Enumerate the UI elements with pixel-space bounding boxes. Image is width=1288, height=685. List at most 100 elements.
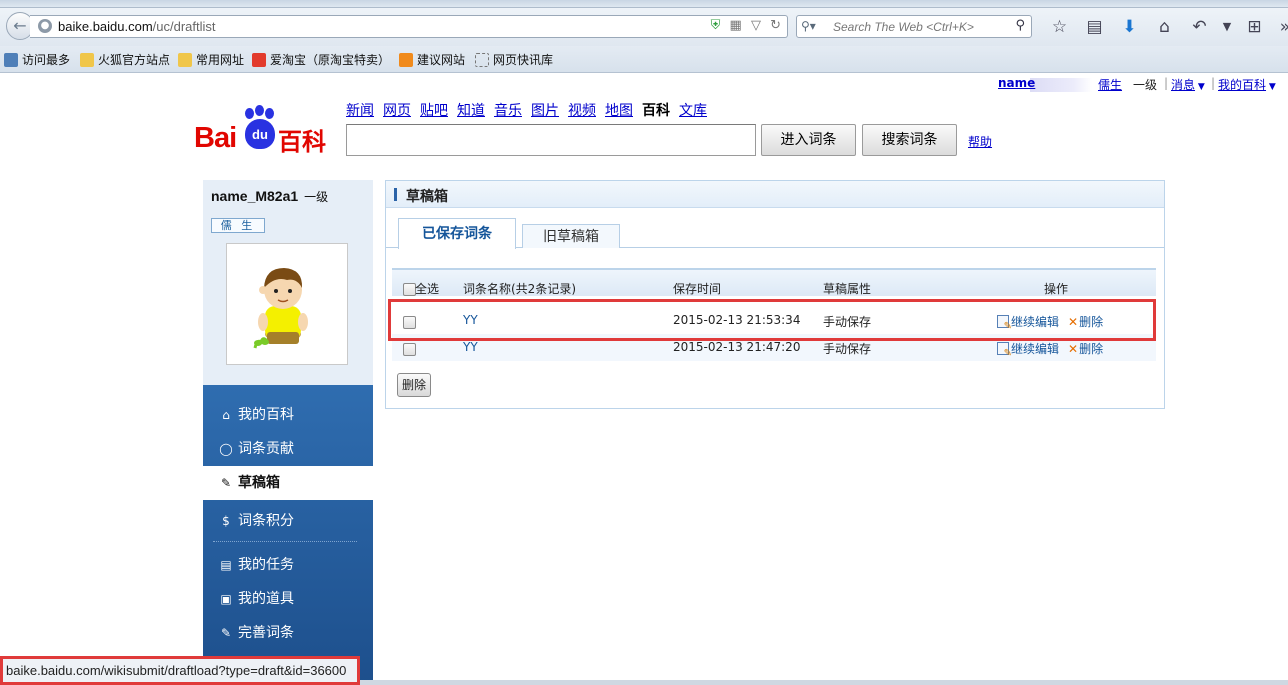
tab-saved-entries[interactable]: 已保存词条 (398, 218, 516, 249)
nav-link-baike[interactable]: 百科 (642, 100, 670, 120)
save-time: 2015-02-13 21:47:20 (673, 340, 801, 354)
status-bar-url: baike.baidu.com/wikisubmit/draftload?typ… (0, 656, 360, 685)
bookmark-suggested-sites[interactable]: 建议网站 (399, 51, 465, 68)
bookmark-firefox-site[interactable]: 火狐官方站点 (80, 51, 170, 68)
address-bar-icons: ⛨ ▦ ▽ ↻ (706, 18, 781, 33)
qr-code-icon[interactable]: ▦ (730, 18, 742, 33)
dropdown-arrow-icon[interactable]: ▽ (751, 18, 761, 33)
nav-link-tieba[interactable]: 贴吧 (420, 100, 448, 120)
baidu-baike-logo[interactable]: Bai du 百科 (194, 105, 334, 156)
user-rank-link[interactable]: 儒生 (1098, 76, 1122, 93)
redacted-username (1030, 78, 1092, 92)
chevron-down-icon: ▼ (1266, 82, 1276, 92)
sidebar-item-my-baike[interactable]: ⌂ 我的百科 (203, 398, 373, 432)
nav-link-video[interactable]: 视频 (568, 100, 596, 120)
search-engine-icon[interactable]: ⚲▾ (801, 19, 816, 33)
continue-edit-link[interactable]: 继续编辑 (997, 340, 1059, 359)
web-slice-icon (475, 53, 489, 67)
logo-baike-text: 百科 (278, 128, 326, 156)
paw-icon (265, 108, 274, 119)
sidebar-item-drafts[interactable]: ✎ 草稿箱 (203, 466, 373, 500)
logo-bai-text: Bai (194, 122, 237, 154)
improve-icon: ✎ (220, 626, 232, 640)
table-header: 全选 词条名称(共2条记录) 保存时间 草稿属性 操作 (392, 268, 1156, 296)
bulb-icon: ◯ (219, 442, 233, 456)
nav-link-images[interactable]: 图片 (531, 100, 559, 120)
bookmark-web-slices[interactable]: 网页快讯库 (475, 51, 553, 68)
search-placeholder: Search The Web <Ctrl+K> (833, 20, 974, 34)
search-entry-button[interactable]: 搜索词条 (862, 124, 957, 156)
draft-icon: ✎ (220, 476, 232, 490)
user-sidebar: name_M82a1 一级 儒 生 ⌂ 我的百科 ◯ 词条贡献 ✎ 草稿箱 $ 词条积分 … (203, 180, 373, 685)
nav-link-music[interactable]: 音乐 (494, 100, 522, 120)
sidebar-item-tasks[interactable]: ▤ 我的任务 (203, 548, 373, 582)
nav-link-map[interactable]: 地图 (605, 100, 633, 120)
taobao-icon (252, 53, 266, 67)
folder-icon (178, 53, 192, 67)
bookmark-common-sites[interactable]: 常用网址 (178, 51, 244, 68)
home-icon[interactable]: ⌂ (1147, 16, 1182, 38)
browser-tab-strip (0, 0, 1288, 8)
edit-icon (997, 342, 1012, 359)
sidebar-divider (213, 541, 357, 542)
help-link[interactable]: 帮助 (968, 133, 992, 150)
avatar-boy-illustration (253, 268, 308, 349)
userbar-separator: | (1211, 76, 1216, 90)
panel-header: 草稿箱 (386, 181, 1164, 208)
reading-list-icon[interactable]: ▤ (1077, 16, 1112, 38)
delete-x-icon: ✕ (1068, 342, 1079, 356)
rank-badge[interactable]: 儒 生 (211, 218, 265, 233)
paw-du-icon: du (245, 119, 275, 149)
shield-icon[interactable]: ⛨ (711, 18, 721, 33)
taskbar-strip (360, 680, 1288, 685)
address-bar[interactable]: ● baike.baidu.com/uc/draftlist ⛨ ▦ ▽ ↻ (30, 15, 788, 38)
paw-icon (255, 105, 264, 116)
nav-link-wenku[interactable]: 文库 (679, 100, 707, 120)
nav-link-news[interactable]: 新闻 (346, 100, 374, 120)
panel-title: 草稿箱 (406, 189, 448, 205)
menu-dropdown-icon[interactable]: ▼ (1217, 16, 1237, 38)
entry-name-link[interactable]: YY (463, 340, 478, 354)
bookmark-ai-taobao[interactable]: 爱淘宝（原淘宝特卖） (252, 51, 390, 68)
overflow-chevron-icon[interactable]: » (1272, 16, 1288, 38)
draft-attr: 手动保存 (823, 342, 872, 356)
nav-link-zhidao[interactable]: 知道 (457, 100, 485, 120)
select-all-label[interactable]: 全选 (415, 280, 439, 297)
web-search-box[interactable]: ⚲▾ Search The Web <Ctrl+K> ⚲ (796, 15, 1032, 38)
sidebar-level: 一级 (304, 190, 329, 204)
bookmarks-toolbar: 访问最多 火狐官方站点 常用网址 爱淘宝（原淘宝特卖） 建议网站 网页快讯库 (0, 46, 1288, 73)
user-name-link[interactable]: name (998, 76, 1035, 90)
tool-icon: ▣ (220, 592, 232, 606)
my-baike-menu[interactable]: 我的百科 ▼ (1218, 76, 1276, 93)
browser-navigation-bar: ← ● baike.baidu.com/uc/draftlist ⛨ ▦ ▽ ↻… (0, 8, 1288, 46)
column-save-time: 保存时间 (673, 282, 722, 296)
search-icon[interactable]: ⚲ (1015, 18, 1025, 33)
coin-icon: $ (222, 514, 230, 528)
bookmark-icon (4, 53, 18, 67)
column-entry-name: 词条名称(共2条记录) (463, 282, 576, 296)
delete-link[interactable]: ✕删除 (1068, 340, 1103, 357)
sidebar-item-tools[interactable]: ▣ 我的道具 (203, 582, 373, 616)
nav-link-web[interactable]: 网页 (383, 100, 411, 120)
row-checkbox[interactable] (403, 343, 416, 356)
delete-selected-button[interactable]: 删除 (397, 373, 431, 397)
panel-title-bar (394, 188, 397, 201)
task-icon: ▤ (220, 558, 232, 572)
messages-menu[interactable]: 消息 ▼ (1171, 76, 1205, 93)
avatar[interactable] (226, 243, 348, 365)
reload-icon[interactable]: ↻ (770, 18, 781, 33)
entry-search-input[interactable] (346, 124, 756, 156)
bookmark-most-visited[interactable]: 访问最多 (4, 51, 70, 68)
user-level: 一级 (1133, 78, 1158, 92)
globe-icon: ● (38, 19, 52, 33)
download-icon[interactable]: ⬇ (1112, 16, 1147, 38)
sidebar-item-contributions[interactable]: ◯ 词条贡献 (203, 432, 373, 466)
undo-icon[interactable]: ↶ (1182, 16, 1217, 38)
tab-old-drafts[interactable]: 旧草稿箱 (522, 224, 620, 248)
bookmark-star-icon[interactable]: ☆ (1042, 16, 1077, 38)
chevron-down-icon: ▼ (1195, 82, 1205, 92)
enter-entry-button[interactable]: 进入词条 (761, 124, 856, 156)
sidebar-item-points[interactable]: $ 词条积分 (203, 504, 373, 538)
crop-icon[interactable]: ⊞ (1237, 16, 1272, 38)
sidebar-item-improve[interactable]: ✎ 完善词条 (203, 616, 373, 650)
